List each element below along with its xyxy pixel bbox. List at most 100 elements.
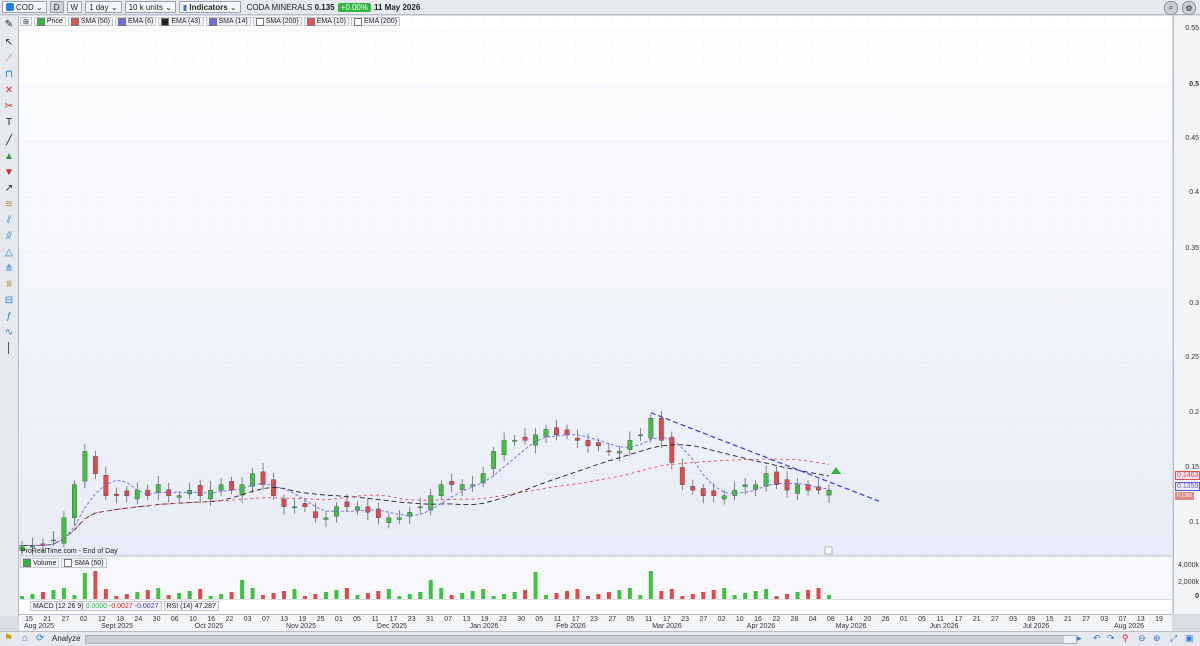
scrollbar-thumb[interactable] — [86, 636, 1064, 643]
legend-item-1[interactable]: EMA (6) — [115, 17, 157, 26]
indicators-button[interactable]: ▮ Indicators ⌄ — [178, 1, 241, 13]
ema-price-badge: 0.1359 — [1175, 482, 1200, 491]
curve-icon[interactable]: ∿ — [3, 326, 15, 338]
compare-icon[interactable]: ⟳ — [36, 633, 44, 644]
redo-icon[interactable]: ↷ — [1107, 633, 1115, 644]
price-axis[interactable]: 0.55 0.5 0.45 0.4 0.35 0.3 0.25 0.2 0.15… — [1173, 16, 1200, 614]
indicators-label: Indicators — [189, 2, 228, 12]
line-tool-icon[interactable]: ╱ — [3, 134, 15, 146]
fibonacci-icon[interactable]: ≋ — [3, 198, 15, 210]
units-selector[interactable]: 10 k units ⌄ — [124, 1, 176, 13]
legend-volume[interactable]: Volume — [20, 558, 60, 568]
candle-body — [753, 484, 759, 490]
legend-item-0[interactable]: SMA (50) — [67, 17, 114, 26]
legend-item-2[interactable]: EMA (43) — [158, 17, 204, 26]
rectangle-icon[interactable]: ⊟ — [3, 294, 15, 306]
scissors-icon[interactable]: ✂ — [3, 100, 15, 112]
time-axis-day: 10 — [735, 616, 744, 623]
volume-bar — [208, 596, 213, 599]
macd-legend[interactable]: MACD (12 26 9) 0.0000 -0.0027 -0.0027 — [30, 601, 162, 611]
magnet-icon[interactable]: ⊓ — [3, 68, 15, 80]
candle-body — [365, 506, 371, 513]
time-axis-day: 11 — [936, 616, 944, 623]
camera-icon[interactable]: ▣ — [1185, 633, 1194, 644]
undo-icon[interactable]: ↶ — [1093, 633, 1101, 644]
legend-item-6[interactable]: EMA (200) — [350, 17, 401, 26]
volume-bar — [177, 593, 182, 599]
candle-body — [616, 451, 622, 454]
symbol-selector[interactable]: COD ⌄ — [2, 1, 47, 13]
scrollbar-track[interactable] — [85, 635, 1077, 644]
chart-canvas[interactable] — [19, 16, 1172, 614]
legend-item-5[interactable]: EMA (10) — [303, 17, 349, 26]
period-d-button[interactable]: D — [49, 1, 64, 13]
time-axis-day: 21 — [43, 616, 52, 623]
price-axis-label: 0.1 — [1189, 519, 1199, 526]
quote-date: 11 May 2026 — [374, 2, 421, 12]
arrow-up-icon[interactable]: ▲ — [3, 150, 15, 162]
vertical-line-icon[interactable]: │ — [3, 342, 15, 354]
candle-body — [742, 484, 748, 488]
candle-body — [774, 471, 779, 485]
crosshair-icon[interactable]: ✕ — [3, 84, 15, 96]
zoom-tool-icon[interactable]: ⚲ — [1122, 633, 1129, 644]
volume-bar — [449, 595, 454, 599]
units-label: 10 k units — [128, 2, 163, 12]
time-axis-day: 21 — [1063, 616, 1072, 623]
layout-icon[interactable]: ⌂ — [22, 633, 28, 644]
volume-bar — [261, 595, 266, 599]
time-axis-day: 23 — [407, 616, 416, 623]
candle-body — [124, 490, 130, 496]
parallel-icon[interactable]: ⫻ — [3, 230, 15, 242]
volume-bar — [638, 595, 643, 599]
candle-body — [428, 495, 434, 511]
macd-value-3: -0.0027 — [134, 602, 159, 610]
time-axis[interactable]: 15 21 27 02 12 18 24 30 06 10 16 22 03 07 13 19 25 01 05 11… — [19, 614, 1172, 631]
ruler-icon[interactable]: ⟋ — [3, 52, 15, 64]
volume-axis-label: 4,000k — [1177, 562, 1199, 569]
arrow-down-icon[interactable]: ▼ — [3, 166, 15, 178]
pitchfork-icon[interactable]: ⋔ — [3, 262, 15, 274]
chevron-down-icon: ⌄ — [229, 2, 237, 12]
period-w-button[interactable]: W — [66, 1, 83, 13]
legend-item-4[interactable]: SMA (200) — [252, 17, 302, 26]
time-axis-day: 27 — [1082, 616, 1090, 623]
bell-icon[interactable]: ⚑ — [4, 633, 13, 644]
function-icon[interactable]: ƒ — [3, 310, 15, 322]
volume-bar — [648, 571, 653, 599]
volume-bar — [282, 591, 287, 599]
pencil-icon[interactable]: ✎ — [3, 18, 15, 30]
volume-bar — [334, 590, 339, 599]
volume-bar — [145, 590, 150, 599]
chart-area[interactable] — [19, 16, 1172, 614]
legend-price[interactable]: Price — [33, 17, 66, 26]
interval-selector[interactable]: 1 day ⌄ — [85, 1, 122, 13]
macd-value-2: -0.0027 — [109, 602, 133, 610]
time-axis-day: 11 — [645, 616, 653, 623]
cursor-icon[interactable]: ↖ — [3, 36, 15, 48]
settings-icon[interactable]: ⚙ — [1182, 1, 1196, 15]
channel-icon[interactable]: ⫽ — [3, 214, 15, 226]
legend-item-3[interactable]: SMA (14) — [205, 17, 251, 26]
text-tool-icon[interactable]: T — [3, 116, 15, 128]
legend-volume-sma[interactable]: SMA (50) — [61, 558, 107, 568]
scroll-right-icon[interactable]: ▸ — [1077, 633, 1082, 644]
fit-icon[interactable]: ⤢ — [1170, 633, 1177, 644]
zoom-in-icon[interactable]: ⌕ — [1164, 1, 1178, 15]
zoom-out-icon[interactable]: ⊖ — [1138, 633, 1146, 644]
candle-body — [155, 484, 161, 493]
arrow-diagonal-icon[interactable]: ↗ — [3, 182, 15, 194]
analyze-button[interactable]: Analyze — [52, 634, 80, 643]
volume-sma-label: SMA (50) — [74, 559, 104, 567]
gann-icon[interactable]: ⩩ — [3, 278, 15, 290]
rsi-legend[interactable]: RSI (14) 47.287 — [163, 601, 219, 611]
time-axis-month: Nov 2025 — [286, 623, 316, 630]
time-axis-month: Oct 2025 — [194, 623, 224, 630]
zoom-in-icon[interactable]: ⊕ — [1153, 633, 1161, 644]
time-axis-day: 20 — [863, 616, 872, 623]
legend-toggle[interactable]: ⊞ — [20, 17, 32, 26]
source-label: ProRealTime.com - End of Day — [21, 548, 118, 555]
last-price: 0.135 — [314, 2, 335, 12]
triangle-icon[interactable]: △ — [3, 246, 15, 258]
volume-bar — [51, 590, 56, 599]
